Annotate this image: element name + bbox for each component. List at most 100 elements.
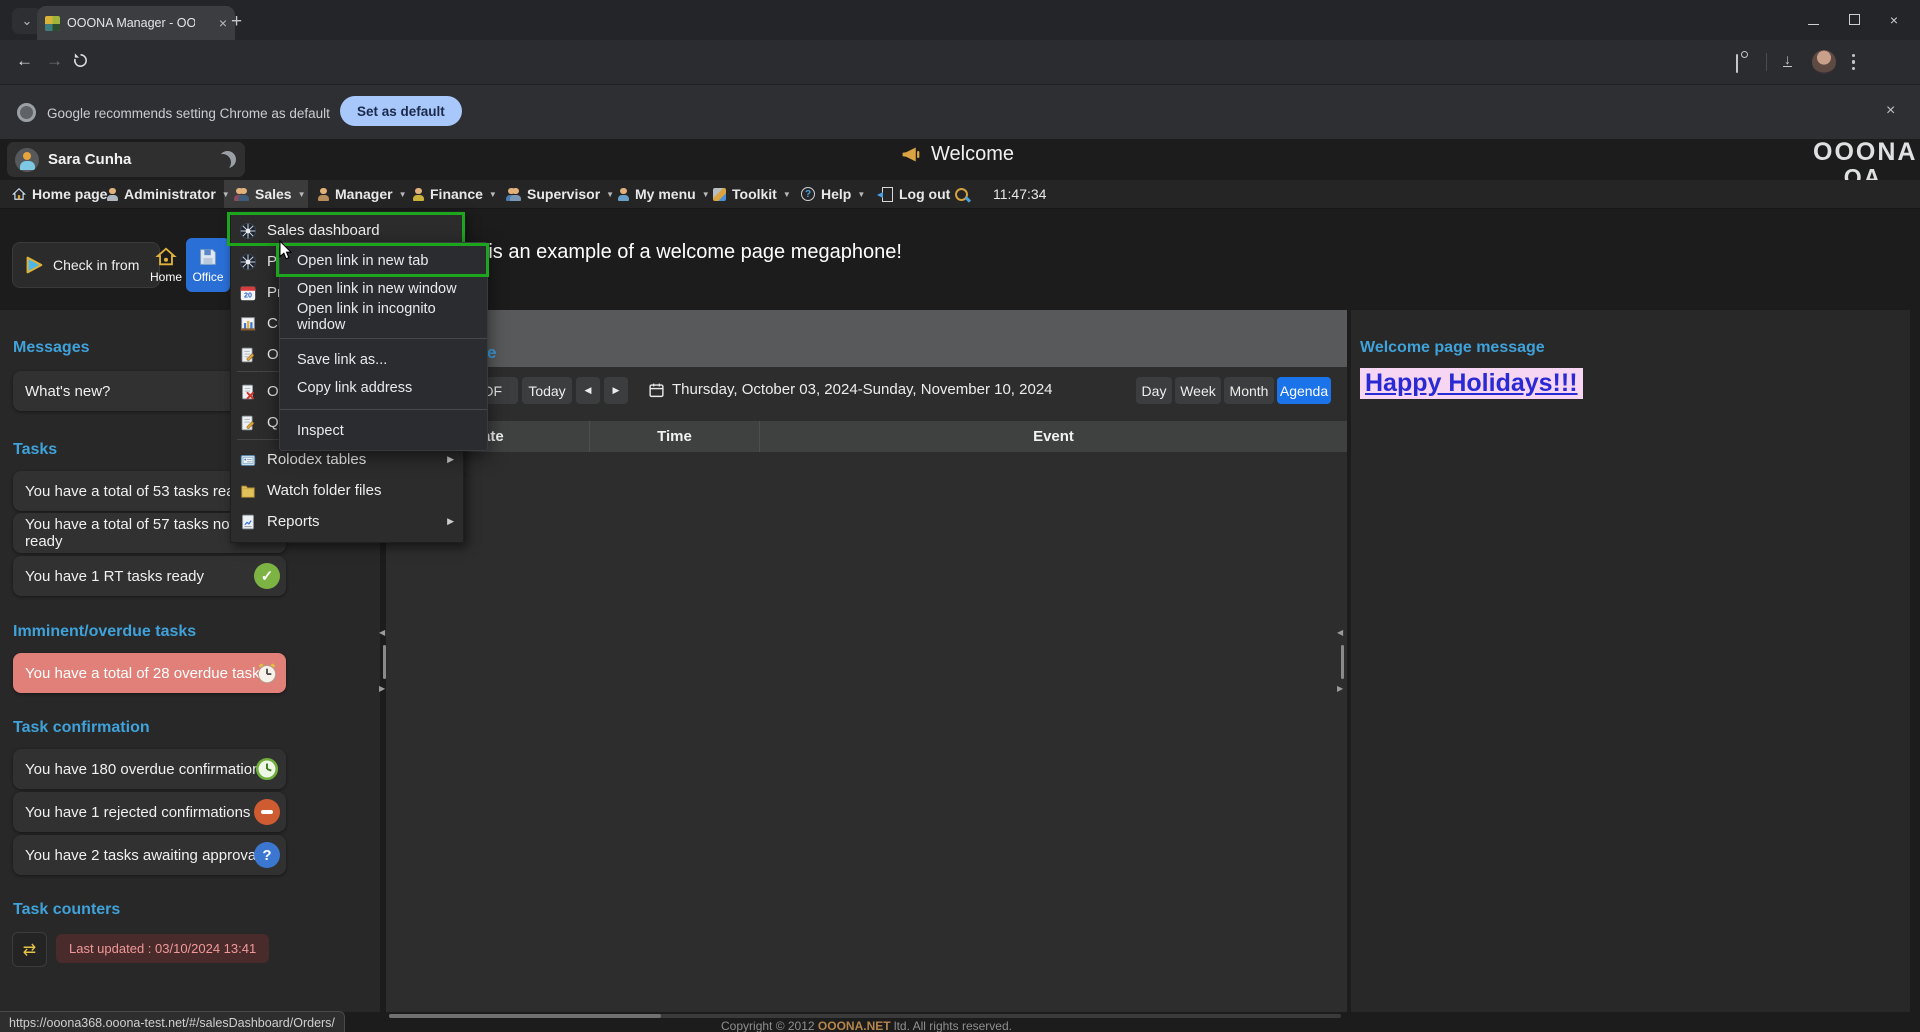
panel-heading-fragment: e xyxy=(487,343,496,363)
nav-item-manager[interactable]: Manager▼ xyxy=(317,180,407,208)
checkin-office-tile[interactable]: Office xyxy=(186,238,230,292)
nav-item-help[interactable]: ? Help▼ xyxy=(801,180,865,208)
default-browser-infobar: Google recommends setting Chrome as defa… xyxy=(0,84,1920,139)
overdue-tasks-card[interactable]: You have a total of 28 overdue tasks xyxy=(13,653,286,693)
nav-item-home-page[interactable]: Home page xyxy=(12,180,107,208)
next-arrow-button[interactable]: ▶ xyxy=(604,377,628,404)
copyright-suffix: ltd. All rights reserved. xyxy=(891,1019,1012,1032)
context-open-incognito[interactable]: Open link in incognito window xyxy=(280,303,487,331)
nav-item-sales[interactable]: Sales ▼ xyxy=(233,180,306,208)
window-close-button[interactable]: × xyxy=(1890,12,1898,28)
context-save-link-as[interactable]: Save link as... xyxy=(280,346,487,374)
week-label: Week xyxy=(1180,383,1216,399)
prev-arrow-button[interactable]: ◀ xyxy=(576,377,600,404)
view-week-button[interactable]: Week xyxy=(1175,377,1221,404)
left-edge-scrollbar[interactable] xyxy=(383,645,386,679)
highlight-box-sales-dashboard xyxy=(227,212,465,246)
window-minimize-button[interactable] xyxy=(1808,12,1819,28)
megaphone-banner-text: This is an example of a welcome page meg… xyxy=(445,241,902,264)
context-inspect[interactable]: Inspect xyxy=(280,417,487,445)
toolbar-divider xyxy=(1766,53,1767,71)
right-edge-collapse-icon[interactable]: ◀ xyxy=(1337,628,1343,637)
today-label: Today xyxy=(528,383,565,399)
status-link-text: https://ooona368.ooona-test.net/#/salesD… xyxy=(9,1016,335,1030)
day-label: Day xyxy=(1142,383,1167,399)
context-copy-link-address[interactable]: Copy link address xyxy=(280,374,487,402)
browser-tab[interactable]: OOONA Manager - OOONA Ma × xyxy=(37,6,235,40)
forward-icon[interactable]: → xyxy=(46,51,63,71)
set-as-default-label: Set as default xyxy=(357,104,445,119)
today-button[interactable]: Today xyxy=(522,377,572,404)
awaiting-approval-card[interactable]: You have 2 tasks awaiting approval ? xyxy=(13,835,286,875)
browser-tab-bar: ⌄ OOONA Manager - OOONA Ma × + × xyxy=(0,0,1920,40)
view-day-button[interactable]: Day xyxy=(1136,377,1172,404)
nav-search[interactable] xyxy=(955,180,968,208)
horizontal-scrollbar-thumb[interactable] xyxy=(389,1014,661,1018)
nav-item-log-out[interactable]: Log out xyxy=(882,180,950,208)
last-updated-pill: Last updated : 03/10/2024 13:41 xyxy=(56,934,269,963)
window-maximize-button[interactable] xyxy=(1849,12,1860,28)
question-circle-icon: ? xyxy=(254,842,280,868)
overdue-confirmations-card[interactable]: You have 180 overdue confirmations xyxy=(13,749,286,789)
extensions-puzzle-icon[interactable] xyxy=(1736,54,1738,73)
back-icon[interactable]: ← xyxy=(16,51,33,71)
nav-item-finance[interactable]: Finance▼ xyxy=(412,180,497,208)
alarm-clock-icon xyxy=(254,660,280,686)
menu-item-watch-folder-files[interactable]: Watch folder files xyxy=(231,475,463,506)
nav-item-toolkit[interactable]: Toolkit▼ xyxy=(713,180,791,208)
refresh-counters-button[interactable]: ⇄ xyxy=(12,932,47,967)
set-as-default-button[interactable]: Set as default xyxy=(340,96,462,126)
play-icon xyxy=(23,254,45,276)
rt-tasks-card[interactable]: You have 1 RT tasks ready ✓ xyxy=(13,556,286,596)
nav-label: Sales xyxy=(255,186,292,202)
nav-label: Help xyxy=(821,186,851,202)
column-event[interactable]: Event xyxy=(760,421,1347,452)
menu-label: Reports xyxy=(267,513,320,530)
context-item-label: Save link as... xyxy=(297,352,387,368)
right-edge-expand-icon[interactable]: ▶ xyxy=(1337,684,1343,693)
left-edge-expand-icon[interactable]: ▶ xyxy=(379,684,385,693)
view-agenda-button[interactable]: Agenda xyxy=(1277,377,1331,404)
menu-item-reports[interactable]: Reports ▶ xyxy=(231,506,463,537)
messages-heading: Messages xyxy=(13,339,90,357)
check-in-button[interactable]: Check in from xyxy=(12,242,160,288)
column-time[interactable]: Time xyxy=(590,421,760,452)
report-icon xyxy=(239,513,257,531)
user-chip[interactable]: Sara Cunha xyxy=(7,142,221,177)
infobar-close-icon[interactable]: × xyxy=(1886,102,1895,120)
nav-item-supervisor[interactable]: Supervisor▼ xyxy=(505,180,614,208)
context-open-new-window[interactable]: Open link in new window xyxy=(280,275,487,303)
checkin-home-tile[interactable]: Home xyxy=(146,238,186,292)
rolodex-icon xyxy=(239,451,257,469)
left-edge-collapse-icon[interactable]: ◀ xyxy=(379,628,385,637)
tab-close-icon[interactable]: × xyxy=(219,15,227,31)
submenu-arrow-icon: ▶ xyxy=(447,516,454,527)
horizontal-scrollbar-track[interactable] xyxy=(389,1014,1341,1018)
chevron-down-icon: ▼ xyxy=(702,190,710,199)
nav-item-administrator[interactable]: Administrator▼ xyxy=(106,180,230,208)
home-tile-label: Home xyxy=(150,270,182,284)
month-label: Month xyxy=(1230,383,1269,399)
tasks-ready-label: You have a total of 53 tasks ready xyxy=(25,483,250,500)
right-edge-scrollbar[interactable] xyxy=(1341,645,1344,679)
welcome-message-panel: Welcome page message Happy Holidays!!! xyxy=(1351,310,1910,1012)
new-tab-button[interactable]: + xyxy=(231,11,242,33)
dark-mode-toggle[interactable] xyxy=(210,142,245,177)
panel-header-bar: e xyxy=(386,310,1347,367)
reload-icon[interactable] xyxy=(72,52,89,69)
col-time-label: Time xyxy=(657,428,692,445)
home-icon xyxy=(12,187,26,201)
profile-avatar[interactable] xyxy=(1812,50,1836,74)
nav-item-my-menu[interactable]: My menu▼ xyxy=(617,180,710,208)
last-updated-label: Last updated : 03/10/2024 13:41 xyxy=(69,941,256,956)
chevron-down-icon: ▼ xyxy=(298,190,306,199)
agenda-label: Agenda xyxy=(1280,383,1328,399)
rejected-confirmations-card[interactable]: You have 1 rejected confirmations xyxy=(13,792,286,832)
view-month-button[interactable]: Month xyxy=(1224,377,1274,404)
folder-icon xyxy=(239,482,257,500)
downloads-icon[interactable]: ↓ xyxy=(1783,53,1792,67)
browser-menu-icon[interactable] xyxy=(1852,54,1856,70)
nav-label: Finance xyxy=(430,186,483,202)
rt-tasks-label: You have 1 RT tasks ready xyxy=(25,568,204,585)
nav-label: Manager xyxy=(335,186,393,202)
